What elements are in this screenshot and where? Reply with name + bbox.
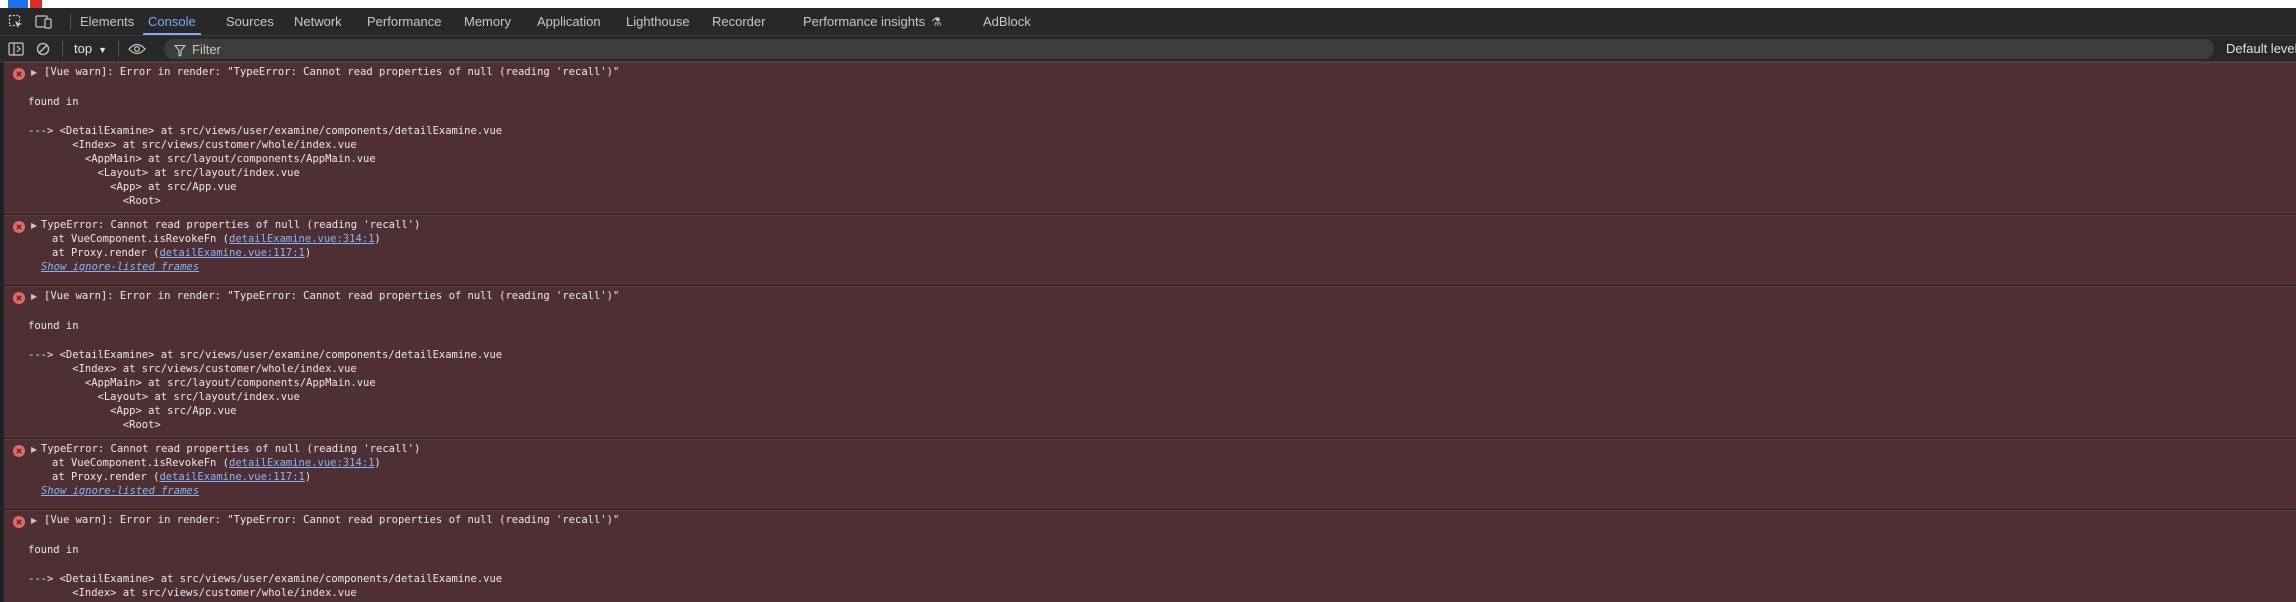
stack-frame-suffix: ): [374, 457, 381, 469]
message-summary: [Vue warn]: Error in render: "TypeError:…: [44, 290, 620, 302]
tab-performance-insights-label: Performance insights: [803, 14, 926, 29]
toolbar-separator: [62, 41, 63, 57]
chevron-down-icon: ▼: [98, 45, 107, 55]
stack-frame: at Proxy.render (detailExamine.vue:117:1…: [52, 470, 311, 484]
devtools-tab-bar: Elements Console Sources Network Perform…: [0, 8, 2296, 36]
expand-arrow-icon[interactable]: ▶: [31, 516, 37, 525]
component-trace-line: <AppMain> at src/layout/components/AppMa…: [28, 377, 376, 389]
log-levels-dropdown[interactable]: Default levels: [2226, 36, 2296, 62]
console-message-error: ▶ [Vue warn]: Error in render: "TypeErro…: [4, 510, 2296, 602]
tab-memory[interactable]: Memory: [464, 8, 511, 35]
tab-network[interactable]: Network: [294, 8, 342, 35]
component-trace-line: <AppMain> at src/layout/components/AppMa…: [28, 153, 376, 165]
found-in-label: found in: [28, 320, 79, 332]
component-trace-line: ---> <DetailExamine> at src/views/user/e…: [28, 349, 503, 361]
flask-icon: ⚗: [931, 15, 942, 29]
stack-frame-suffix: ): [374, 233, 381, 245]
filter-icon: [173, 42, 187, 61]
source-link[interactable]: detailExamine.vue:117:1: [159, 247, 304, 259]
message-summary: TypeError: Cannot read properties of nul…: [41, 443, 421, 455]
component-trace-line: <Layout> at src/layout/index.vue: [28, 167, 300, 179]
filter-input[interactable]: [192, 39, 2092, 59]
browser-page-strip: [0, 0, 2296, 8]
component-trace-line: ---> <DetailExamine> at src/views/user/e…: [28, 125, 503, 137]
tab-application[interactable]: Application: [537, 8, 601, 35]
tab-lighthouse[interactable]: Lighthouse: [626, 8, 690, 35]
message-summary: [Vue warn]: Error in render: "TypeError:…: [44, 514, 620, 526]
tab-bar-separator: [70, 14, 71, 30]
message-summary: [Vue warn]: Error in render: "TypeError:…: [44, 66, 620, 78]
show-ignore-listed-frames-link[interactable]: Show ignore-listed frames: [41, 484, 199, 498]
component-trace-line: <Layout> at src/layout/index.vue: [28, 391, 300, 403]
stack-frame-prefix: at Proxy.render (: [52, 247, 160, 259]
source-link[interactable]: detailExamine.vue:117:1: [159, 471, 304, 483]
stack-frame-prefix: at VueComponent.isRevokeFn (: [52, 457, 230, 469]
stack-frame-prefix: at Proxy.render (: [52, 471, 160, 483]
component-trace-line: <Index> at src/views/customer/whole/inde…: [28, 139, 357, 151]
console-message-error: ▶ [Vue warn]: Error in render: "TypeErro…: [4, 62, 2296, 214]
console-message-error: ▶ TypeError: Cannot read properties of n…: [4, 215, 2296, 285]
component-trace-line: <Root>: [28, 195, 161, 207]
context-selector-value: top: [74, 41, 93, 56]
console-messages: ▶ [Vue warn]: Error in render: "TypeErro…: [0, 62, 2296, 602]
show-ignore-listed-frames-link[interactable]: Show ignore-listed frames: [41, 260, 199, 274]
stack-frame-suffix: ): [304, 471, 312, 483]
component-trace-line: <Root>: [28, 419, 161, 431]
tab-console[interactable]: Console: [143, 8, 201, 35]
error-icon: [13, 516, 25, 528]
component-trace-line: <Index> at src/views/customer/whole/inde…: [28, 587, 357, 599]
error-icon: [13, 221, 25, 233]
stack-frame: at VueComponent.isRevokeFn (detailExamin…: [52, 232, 381, 246]
message-summary: TypeError: Cannot read properties of nul…: [41, 219, 421, 231]
found-in-label: found in: [28, 96, 79, 108]
tab-performance[interactable]: Performance: [367, 8, 441, 35]
source-link[interactable]: detailExamine.vue:314:1: [229, 457, 374, 469]
eye-icon[interactable]: [128, 40, 146, 58]
expand-arrow-icon[interactable]: ▶: [31, 445, 37, 454]
expand-arrow-icon[interactable]: ▶: [31, 221, 37, 230]
toolbar-separator: [118, 41, 119, 57]
component-trace-line: <App> at src/App.vue: [28, 181, 237, 193]
expand-arrow-icon[interactable]: ▶: [31, 292, 37, 301]
error-icon: [13, 445, 25, 457]
tab-recorder[interactable]: Recorder: [712, 8, 765, 35]
found-in-label: found in: [28, 544, 79, 556]
stack-frame-suffix: ): [304, 247, 312, 259]
context-selector[interactable]: top ▼: [74, 36, 107, 62]
stack-frame-prefix: at VueComponent.isRevokeFn (: [52, 233, 230, 245]
component-trace-line: <Index> at src/views/customer/whole/inde…: [28, 363, 357, 375]
page-fragment-blue: [8, 0, 28, 8]
page-fragment-red: [30, 0, 42, 8]
tab-performance-insights[interactable]: Performance insights ⚗: [803, 8, 942, 35]
expand-arrow-icon[interactable]: ▶: [31, 68, 37, 77]
tab-adblock[interactable]: AdBlock: [983, 8, 1031, 35]
error-icon: [13, 292, 25, 304]
clear-console-icon[interactable]: [34, 40, 52, 58]
error-icon: [13, 68, 25, 80]
component-trace-line: <App> at src/App.vue: [28, 405, 237, 417]
stack-frame: at VueComponent.isRevokeFn (detailExamin…: [52, 456, 381, 470]
sidebar-toggle-icon[interactable]: [7, 40, 25, 58]
console-message-error: ▶ TypeError: Cannot read properties of n…: [4, 439, 2296, 509]
source-link[interactable]: detailExamine.vue:314:1: [229, 233, 374, 245]
device-toolbar-icon[interactable]: [34, 12, 54, 32]
filter-box[interactable]: [164, 39, 2214, 59]
console-toolbar: top ▼ Default levels: [0, 36, 2296, 62]
console-message-error: ▶ [Vue warn]: Error in render: "TypeErro…: [4, 286, 2296, 438]
inspect-element-icon[interactable]: [6, 12, 26, 32]
stack-frame: at Proxy.render (detailExamine.vue:117:1…: [52, 246, 311, 260]
component-trace-line: ---> <DetailExamine> at src/views/user/e…: [28, 573, 503, 585]
tab-sources[interactable]: Sources: [226, 8, 274, 35]
tab-elements[interactable]: Elements: [80, 8, 134, 35]
